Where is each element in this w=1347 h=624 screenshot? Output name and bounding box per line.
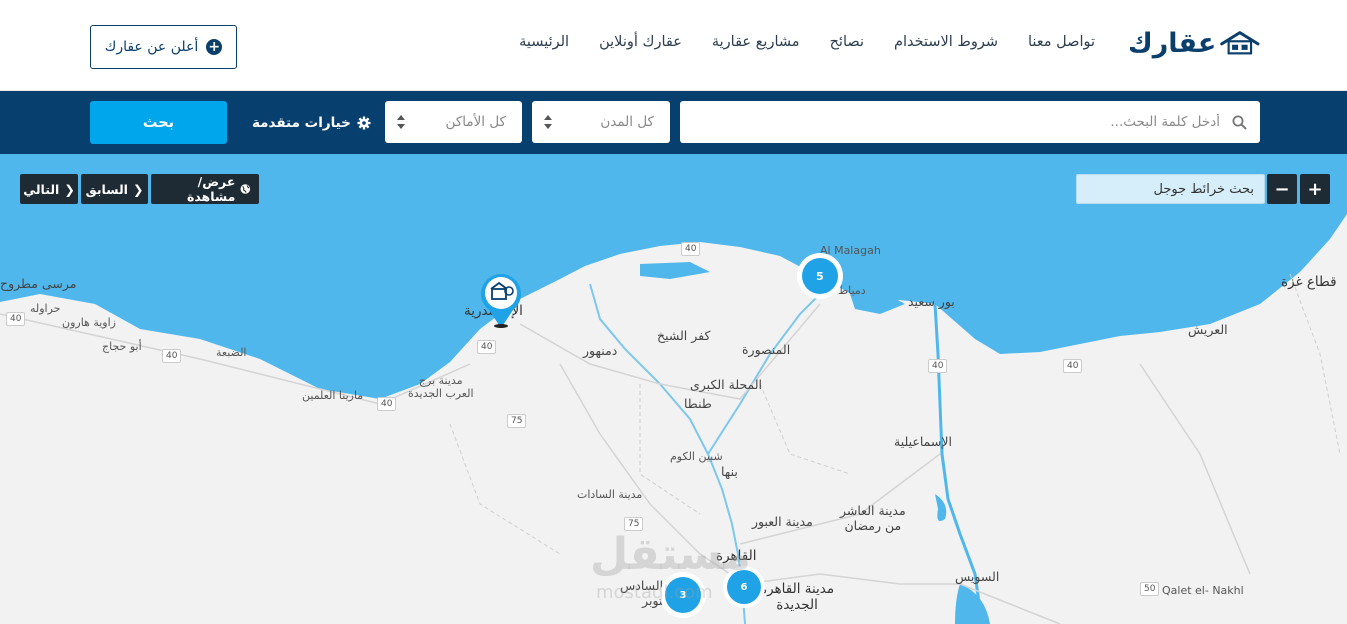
watermark-logo: مستقل [590,529,751,580]
nav-contact[interactable]: تواصل معنا [1028,34,1095,50]
map-label-banha: بنها [721,464,738,479]
zoom-in-button[interactable]: + [1300,174,1330,204]
nav-tips[interactable]: نصائح [830,34,864,50]
map-label-obour: مدينة العبور [752,514,813,529]
search-bar: كل المدن كل الأماكن خيارات متقدمة بحث [0,91,1347,154]
advanced-options-label: خيارات متقدمة [252,115,351,131]
search-button[interactable]: بحث [90,101,227,144]
city-select[interactable]: كل المدن [532,101,670,143]
zoom-out-button[interactable]: − [1267,174,1297,204]
property-pin-icon[interactable] [479,270,523,330]
road-number: 40 [6,312,26,326]
map-label-haraweh: حراوله [30,302,61,315]
place-select-value: كل الأماكن [445,114,506,130]
road-number: 40 [1063,359,1083,373]
keyword-search-input[interactable] [680,101,1260,143]
road-number: 40 [477,340,497,354]
map-label-dabaa: الضبعة [216,346,247,359]
search-icon [1232,115,1247,130]
nav-online[interactable]: عقارك أونلاين [599,34,682,50]
next-label: التالي [23,181,60,197]
plus-circle-icon: + [206,39,223,55]
site-header: عقارك الرئيسية عقارك أونلاين مشاريع عقار… [0,0,1347,91]
logo-text: عقارك [1128,27,1217,59]
house-logo-icon [1220,31,1260,55]
nav-terms[interactable]: شروط الاستخدام [894,34,998,50]
place-select[interactable]: كل الأماكن [385,101,522,143]
previous-button[interactable]: ❮ السابق [81,174,148,204]
nav-home[interactable]: الرئيسية [519,34,569,50]
map-label-borg: مدينة برج العرب الجديدة [408,374,474,400]
advanced-options-link[interactable]: خيارات متقدمة [252,115,371,131]
map-label-marsa: مرسى مطروح [0,276,77,291]
cluster-count: 5 [802,258,838,294]
road-number: 40 [681,242,701,256]
next-button[interactable]: ❮ التالي [20,174,78,204]
google-maps-search-input[interactable] [1076,174,1265,204]
map-label-sadat: مدينة السادات [577,488,643,501]
map-label-gaza: قطاع غزة [1281,274,1337,290]
map-label-kafr: كفر الشيخ [657,328,711,343]
map-label-new-cairo: مدينة القاهرة الجديدة [760,581,835,613]
map-label-abu-hagag: أبو حجاج [102,340,142,353]
sort-arrows-icon [544,115,552,129]
view-toggle-label: عرض/مشاهدة [186,174,236,204]
map-label-shebin: شبين الكوم [670,450,723,463]
chevron-left-icon: ❮ [132,181,144,197]
advertise-button[interactable]: + أعلن عن عقارك [90,25,237,69]
sort-arrows-icon [397,115,405,129]
map-label-mansoura: المنصورة [742,342,791,357]
advertise-label: أعلن عن عقارك [104,39,199,55]
road-number: 75 [507,414,527,428]
map-label-ismailia: الإسماعيلية [894,434,952,449]
map-label-port-said: بور سعيد [908,294,955,309]
map-view[interactable]: 40 40 40 40 40 40 75 75 40 50 مرسى مطروح… [0,154,1347,624]
map-label-suez: السويس [955,569,1000,584]
road-number: 40 [377,397,397,411]
map-label-qalet: Qalet el- Nakhl [1162,584,1244,597]
site-logo[interactable]: عقارك [1128,24,1260,62]
map-label-arish: العريش [1188,322,1228,337]
watermark-url: mostaql.com [596,582,713,603]
nav-projects[interactable]: مشاريع عقارية [712,34,800,50]
map-label-marina: مارينا العلمين [302,389,364,402]
globe-icon [240,184,251,194]
map-label-mahalla: المحلة الكبرى [690,377,763,392]
map-label-tanta: طنطا [684,396,712,411]
previous-label: السابق [85,181,128,197]
gear-icon [357,116,371,130]
view-toggle-button[interactable]: عرض/مشاهدة [151,174,259,204]
chevron-left-icon: ❮ [64,181,75,197]
road-number: 50 [1140,582,1160,596]
map-label-zawyat: زاوية هارون [62,316,116,329]
main-nav: الرئيسية عقارك أونلاين مشاريع عقارية نصا… [519,34,1095,50]
map-cluster[interactable]: 5 [797,253,843,299]
map-label-damanhour: دمنهور [583,343,618,358]
road-number: 40 [162,349,182,363]
map-label-tenth: مدينة العاشر من رمضان [840,503,906,533]
city-select-value: كل المدن [600,114,654,130]
road-number: 40 [928,359,948,373]
map-label-damietta: دمياط [838,284,866,297]
